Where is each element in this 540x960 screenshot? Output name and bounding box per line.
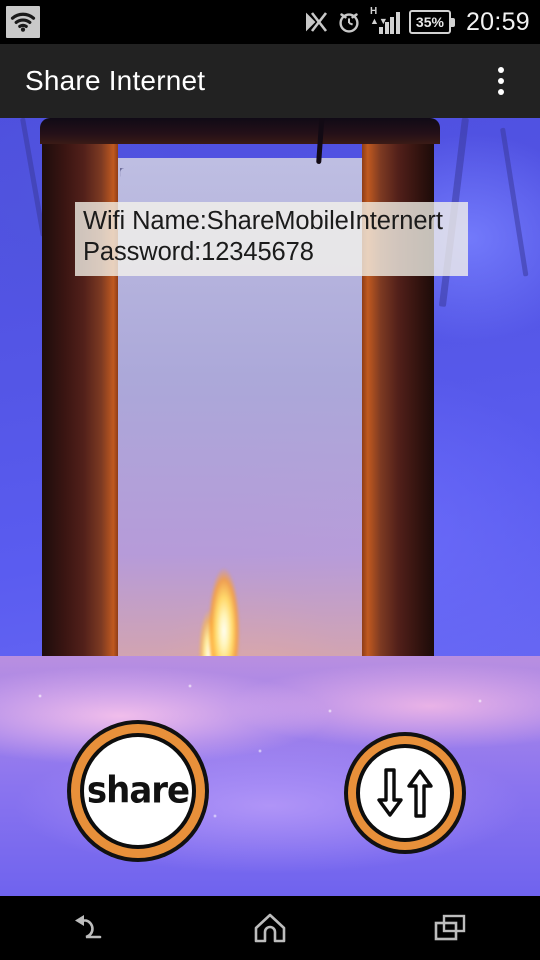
- status-bar: H ▲▼ 35% 20:59: [0, 0, 540, 44]
- background-photo: Wifi Name:ShareMobileInternert Password:…: [0, 118, 540, 896]
- network-type-label: H: [369, 6, 378, 17]
- phone-screen: Wifi Name:ShareMobileInternert Password:…: [0, 0, 540, 960]
- battery-icon: 35%: [408, 10, 455, 34]
- battery-percent-label: 35%: [415, 14, 444, 30]
- data-toggle-button[interactable]: [356, 744, 454, 842]
- status-bar-left: [0, 6, 40, 38]
- share-button-label: share: [86, 769, 190, 813]
- page-title: Share Internet: [25, 65, 206, 96]
- alarm-clock-icon: [337, 9, 361, 35]
- wifi-icon: [6, 6, 40, 38]
- navigation-bar: [0, 896, 540, 960]
- signal-bars-icon: H ▲▼: [369, 6, 400, 36]
- home-icon[interactable]: [215, 896, 325, 960]
- status-bar-clock: 20:59: [465, 7, 530, 36]
- share-button[interactable]: share: [80, 733, 196, 849]
- recent-apps-icon[interactable]: [395, 896, 505, 960]
- lantern-top-rim: [40, 118, 440, 144]
- back-arrow-icon[interactable]: [35, 896, 145, 960]
- action-bar: Share Internet: [0, 44, 540, 118]
- data-transfer-arrows-icon: [377, 767, 433, 819]
- overflow-menu-icon[interactable]: [484, 56, 518, 106]
- status-bar-right: H ▲▼ 35% 20:59: [304, 6, 540, 37]
- wifi-password-text: Password:12345678: [83, 238, 314, 266]
- wifi-name-text: Wifi Name:ShareMobileInternert: [83, 207, 443, 235]
- signal-strength-bars: [379, 12, 400, 34]
- wifi-info-box: Wifi Name:ShareMobileInternert Password:…: [75, 202, 468, 276]
- vibrate-mute-icon: [304, 9, 328, 35]
